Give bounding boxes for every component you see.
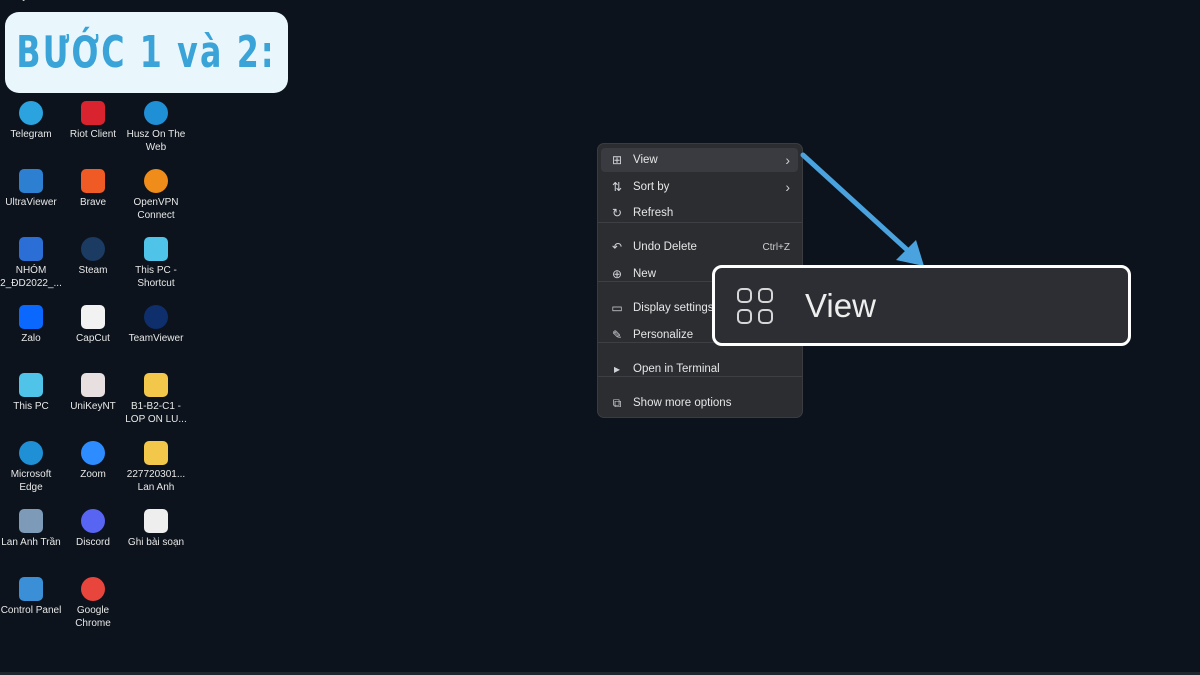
callout-label: View [805,286,876,324]
grid-icon [737,287,773,324]
view-callout: View [712,265,1131,346]
